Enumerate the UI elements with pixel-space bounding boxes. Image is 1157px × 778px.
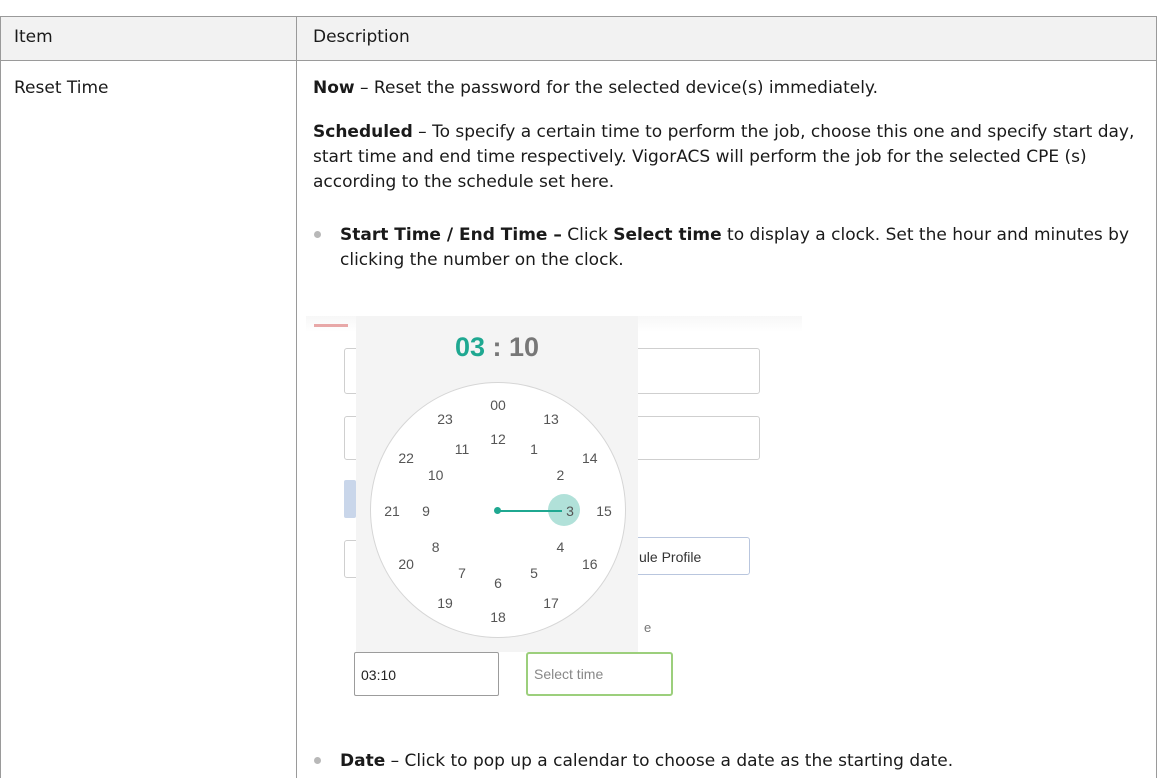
clock-number[interactable]: 4 [556, 539, 564, 555]
clock-minute[interactable]: 10 [509, 332, 539, 362]
clock-time-display: 03 : 10 [356, 332, 638, 363]
clock-number[interactable]: 11 [455, 441, 470, 457]
clock-number[interactable]: 8 [432, 539, 440, 555]
clock-number[interactable]: 20 [398, 556, 414, 572]
clock-hand [498, 510, 562, 512]
clock-number[interactable]: 21 [384, 503, 400, 519]
clock-number[interactable]: 19 [437, 595, 453, 611]
clock-number[interactable]: 3 [566, 503, 574, 519]
clock-number[interactable]: 1 [530, 441, 538, 457]
clock-number[interactable]: 23 [437, 411, 453, 427]
start-end-time-paragraph: Start Time / End Time – Click Select tim… [340, 223, 1155, 273]
schedule-profile-button[interactable]: ule Profile [626, 537, 750, 575]
now-paragraph: Now – Reset the password for the selecte… [313, 76, 1153, 101]
background-button[interactable] [344, 480, 356, 518]
date-term: Date [340, 751, 386, 771]
clock-hour[interactable]: 03 [455, 332, 485, 362]
table-left-border [0, 17, 1, 778]
clock-number[interactable]: 9 [422, 503, 430, 519]
now-term: Now [313, 78, 355, 98]
time-input[interactable]: 03:10 [354, 652, 499, 696]
bullet-dot [314, 231, 321, 238]
date-text: – Click to pop up a calendar to choose a… [385, 751, 954, 771]
clock-number[interactable]: 14 [582, 450, 598, 466]
start-end-text-a: Click [561, 225, 614, 245]
clock-number[interactable]: 17 [543, 595, 559, 611]
scheduled-text: – To specify a certain time to perform t… [313, 122, 1135, 192]
clock-number[interactable]: 6 [494, 575, 502, 591]
bullet-dot [314, 757, 321, 764]
select-time-input[interactable]: Select time [526, 652, 673, 696]
select-time-term: Select time [613, 225, 722, 245]
clock-number[interactable]: 15 [596, 503, 612, 519]
header-description: Description [313, 27, 410, 47]
clock-number[interactable]: 16 [582, 556, 598, 572]
start-end-term: Start Time / End Time – [340, 225, 562, 245]
clock-picker-screenshot: ule Profile e 03 : 10 00 13 14 15 16 17 18 19 20… [306, 302, 802, 702]
table-column-divider [296, 17, 297, 778]
table-header-row [0, 17, 1157, 60]
header-item: Item [14, 27, 53, 47]
clock-number[interactable]: 10 [428, 467, 444, 483]
table-header-divider [0, 60, 1157, 61]
clock-number[interactable]: 22 [398, 450, 414, 466]
row-item-reset-time: Reset Time [14, 78, 109, 98]
clock-number[interactable]: 13 [543, 411, 559, 427]
clock-center-dot [494, 507, 501, 514]
clock-number[interactable]: 12 [490, 431, 506, 447]
clock-separator: : [485, 332, 509, 362]
clock-number[interactable]: 00 [490, 397, 506, 413]
now-text: – Reset the password for the selected de… [354, 78, 878, 98]
clock-number[interactable]: 2 [556, 467, 564, 483]
clock-number[interactable]: 5 [530, 565, 538, 581]
clock-number[interactable]: 7 [458, 565, 466, 581]
red-accent-mark [314, 324, 348, 327]
clock-number[interactable]: 18 [490, 609, 506, 625]
scheduled-paragraph: Scheduled – To specify a certain time to… [313, 120, 1153, 195]
date-paragraph: Date – Click to pop up a calendar to cho… [340, 749, 1155, 774]
scheduled-term: Scheduled [313, 122, 413, 142]
partial-label: e [644, 620, 652, 635]
